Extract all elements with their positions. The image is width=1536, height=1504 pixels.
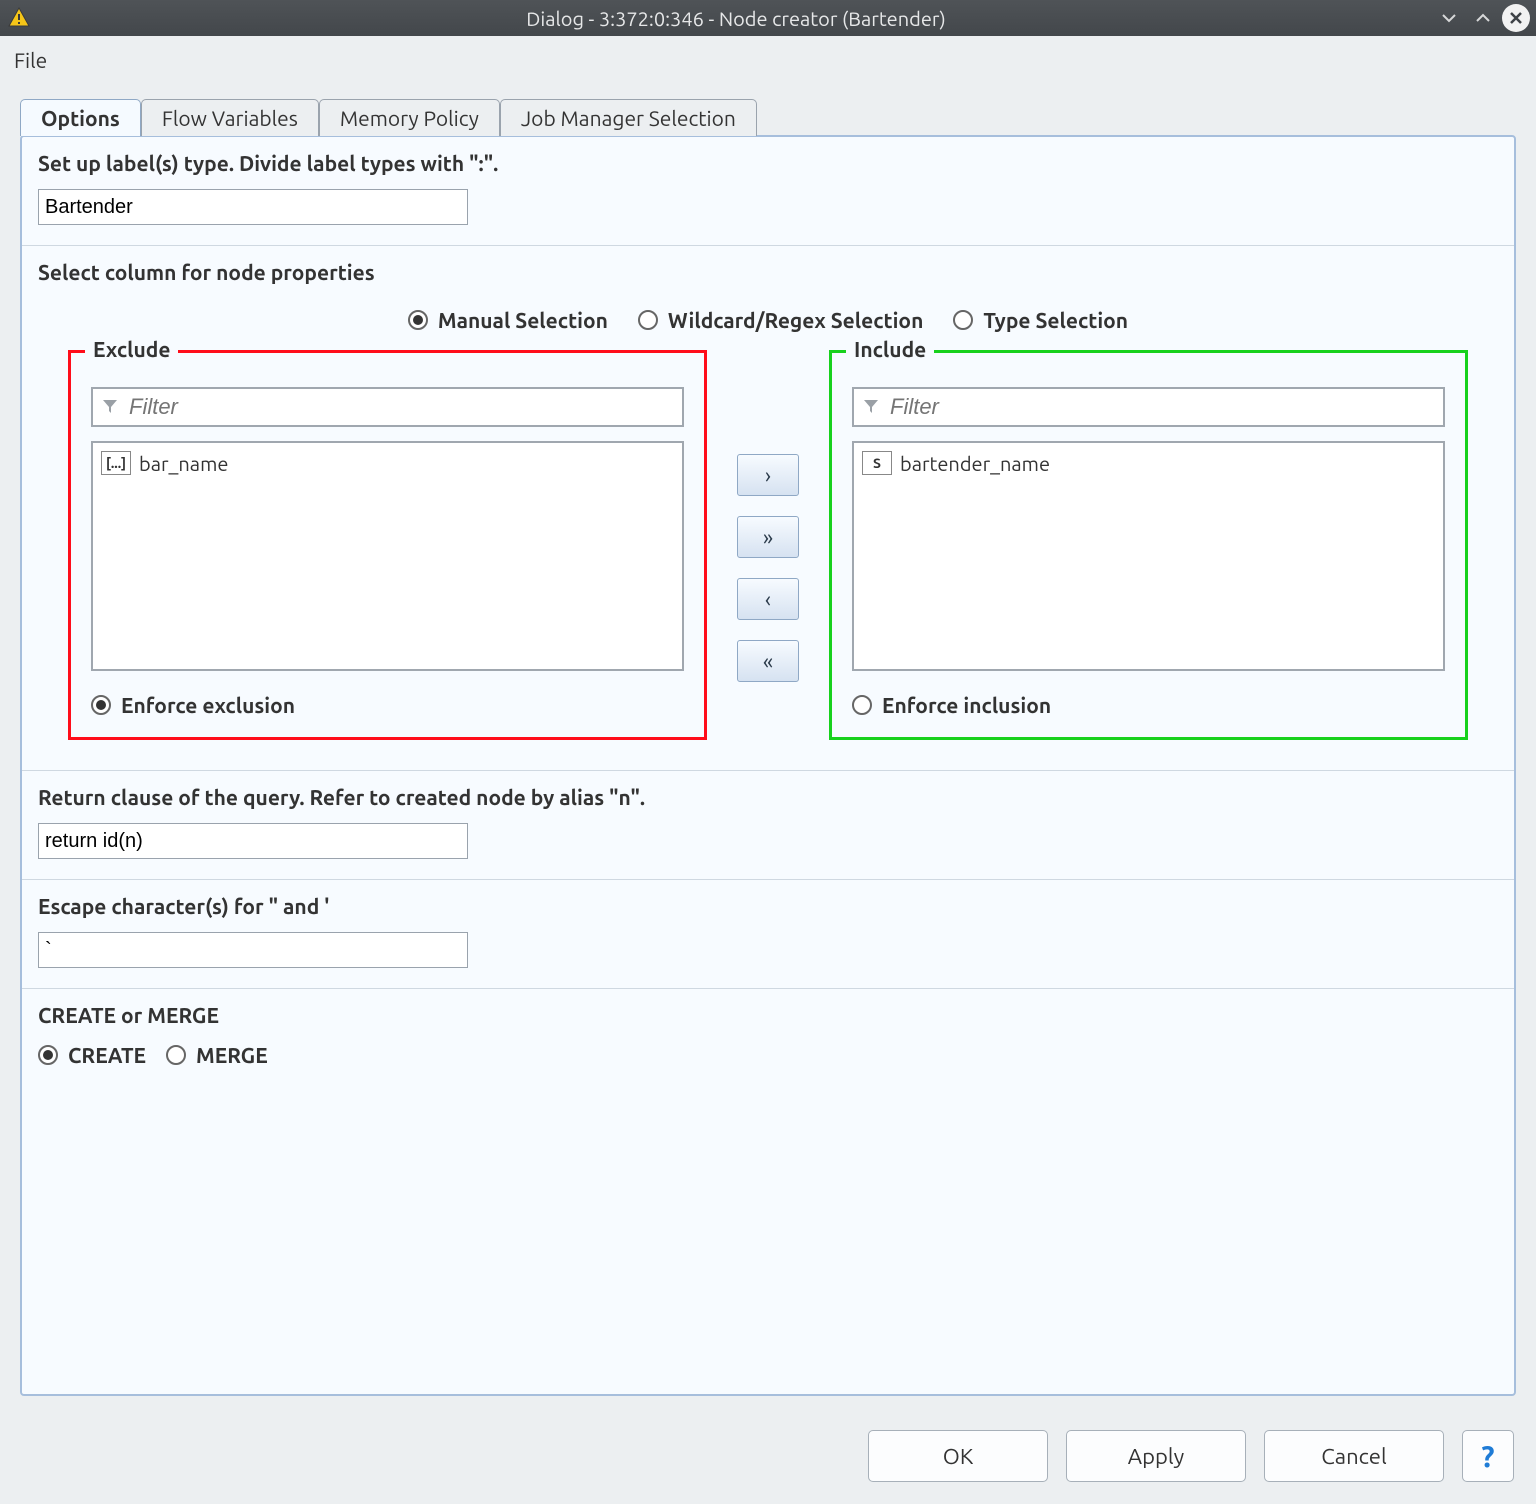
radio-merge[interactable]: MERGE bbox=[166, 1043, 268, 1067]
enforce-inclusion[interactable]: Enforce inclusion bbox=[852, 693, 1445, 717]
radio-dot-icon bbox=[408, 310, 428, 330]
exclude-list[interactable]: [...] bar_name bbox=[91, 441, 684, 671]
escape-title: Escape character(s) for " and ' bbox=[38, 894, 1498, 918]
funnel-icon bbox=[862, 396, 880, 419]
maximize-icon[interactable] bbox=[1468, 3, 1498, 33]
selection-mode-row: Manual Selection Wildcard/Regex Selectio… bbox=[38, 308, 1498, 332]
create-merge-title: CREATE or MERGE bbox=[38, 1003, 1498, 1027]
exclude-fieldset: Exclude [...] bar_name Enforce exclusion bbox=[68, 350, 707, 740]
tab-label: Flow Variables bbox=[162, 106, 298, 130]
type-badge-collection-icon: [...] bbox=[101, 451, 131, 475]
apply-button[interactable]: Apply bbox=[1066, 1430, 1246, 1482]
radio-dot-icon bbox=[91, 695, 111, 715]
app-icon bbox=[6, 5, 32, 31]
return-clause-input[interactable] bbox=[38, 823, 468, 859]
window-title: Dialog - 3:372:0:346 - Node creator (Bar… bbox=[42, 7, 1430, 30]
enforce-label: Enforce inclusion bbox=[882, 693, 1051, 717]
tab-strip: Options Flow Variables Memory Policy Job… bbox=[0, 80, 1536, 135]
remove-all-button[interactable]: « bbox=[737, 640, 799, 682]
section-escape: Escape character(s) for " and ' bbox=[22, 880, 1514, 989]
tab-label: Options bbox=[41, 106, 120, 130]
button-label: OK bbox=[943, 1444, 973, 1469]
button-label: Cancel bbox=[1321, 1444, 1386, 1469]
radio-dot-icon bbox=[852, 695, 872, 715]
include-legend: Include bbox=[846, 337, 934, 361]
column-name: bar_name bbox=[139, 452, 228, 475]
type-badge-string-icon: S bbox=[862, 451, 892, 475]
tab-options[interactable]: Options bbox=[20, 99, 141, 136]
radio-manual-selection[interactable]: Manual Selection bbox=[408, 308, 608, 332]
dialog-window: Dialog - 3:372:0:346 - Node creator (Bar… bbox=[0, 0, 1536, 1504]
titlebar: Dialog - 3:372:0:346 - Node creator (Bar… bbox=[0, 0, 1536, 36]
tab-job-manager[interactable]: Job Manager Selection bbox=[500, 99, 757, 136]
column-name: bartender_name bbox=[900, 452, 1050, 475]
menu-file[interactable]: File bbox=[14, 48, 47, 72]
options-panel: Set up label(s) type. Divide label types… bbox=[20, 135, 1516, 1396]
menubar: File bbox=[0, 36, 1536, 80]
radio-dot-icon bbox=[166, 1045, 186, 1065]
radio-label: MERGE bbox=[196, 1043, 268, 1067]
section-labels: Set up label(s) type. Divide label types… bbox=[22, 137, 1514, 246]
labels-title: Set up label(s) type. Divide label types… bbox=[38, 151, 1498, 175]
chevron-right-icon: › bbox=[765, 463, 771, 488]
help-button[interactable]: ? bbox=[1462, 1430, 1514, 1482]
enforce-label: Enforce exclusion bbox=[121, 693, 295, 717]
tab-flow-variables[interactable]: Flow Variables bbox=[141, 99, 319, 136]
cancel-button[interactable]: Cancel bbox=[1264, 1430, 1444, 1482]
exclude-legend: Exclude bbox=[85, 337, 178, 361]
tab-label: Memory Policy bbox=[340, 106, 479, 130]
radio-label: Wildcard/Regex Selection bbox=[668, 308, 923, 332]
add-one-button[interactable]: › bbox=[737, 454, 799, 496]
radio-label: Manual Selection bbox=[438, 308, 608, 332]
section-columns: Select column for node properties Manual… bbox=[22, 246, 1514, 771]
help-icon: ? bbox=[1481, 1439, 1494, 1473]
column-transfer-area: Exclude [...] bar_name Enforce exclusion bbox=[38, 350, 1498, 750]
remove-one-button[interactable]: ‹ bbox=[737, 578, 799, 620]
section-return-clause: Return clause of the query. Refer to cre… bbox=[22, 771, 1514, 880]
move-buttons: › » ‹ « bbox=[737, 350, 799, 740]
radio-dot-icon bbox=[638, 310, 658, 330]
tab-label: Job Manager Selection bbox=[521, 106, 736, 130]
minimize-icon[interactable] bbox=[1434, 3, 1464, 33]
list-item[interactable]: [...] bar_name bbox=[101, 449, 674, 477]
tab-memory-policy[interactable]: Memory Policy bbox=[319, 99, 500, 136]
radio-dot-icon bbox=[38, 1045, 58, 1065]
include-list[interactable]: S bartender_name bbox=[852, 441, 1445, 671]
radio-wildcard-selection[interactable]: Wildcard/Regex Selection bbox=[638, 308, 923, 332]
labels-input[interactable] bbox=[38, 189, 468, 225]
include-filter[interactable] bbox=[852, 387, 1445, 427]
list-item[interactable]: S bartender_name bbox=[862, 449, 1435, 477]
double-chevron-right-icon: » bbox=[763, 525, 773, 550]
columns-title: Select column for node properties bbox=[38, 260, 1498, 284]
include-filter-input[interactable] bbox=[888, 393, 1435, 421]
radio-label: CREATE bbox=[68, 1043, 146, 1067]
button-label: Apply bbox=[1128, 1444, 1184, 1469]
escape-input[interactable] bbox=[38, 932, 468, 968]
add-all-button[interactable]: » bbox=[737, 516, 799, 558]
exclude-filter[interactable] bbox=[91, 387, 684, 427]
radio-type-selection[interactable]: Type Selection bbox=[953, 308, 1128, 332]
close-icon[interactable] bbox=[1502, 4, 1530, 32]
include-fieldset: Include S bartender_name Enforce inclusi bbox=[829, 350, 1468, 740]
funnel-icon bbox=[101, 396, 119, 419]
radio-create[interactable]: CREATE bbox=[38, 1043, 146, 1067]
radio-label: Type Selection bbox=[983, 308, 1128, 332]
exclude-filter-input[interactable] bbox=[127, 393, 674, 421]
return-clause-title: Return clause of the query. Refer to cre… bbox=[38, 785, 1498, 809]
double-chevron-left-icon: « bbox=[763, 649, 773, 674]
dialog-footer: OK Apply Cancel ? bbox=[0, 1414, 1536, 1504]
enforce-exclusion[interactable]: Enforce exclusion bbox=[91, 693, 684, 717]
ok-button[interactable]: OK bbox=[868, 1430, 1048, 1482]
radio-dot-icon bbox=[953, 310, 973, 330]
section-create-merge: CREATE or MERGE CREATE MERGE bbox=[22, 989, 1514, 1087]
chevron-left-icon: ‹ bbox=[765, 587, 771, 612]
